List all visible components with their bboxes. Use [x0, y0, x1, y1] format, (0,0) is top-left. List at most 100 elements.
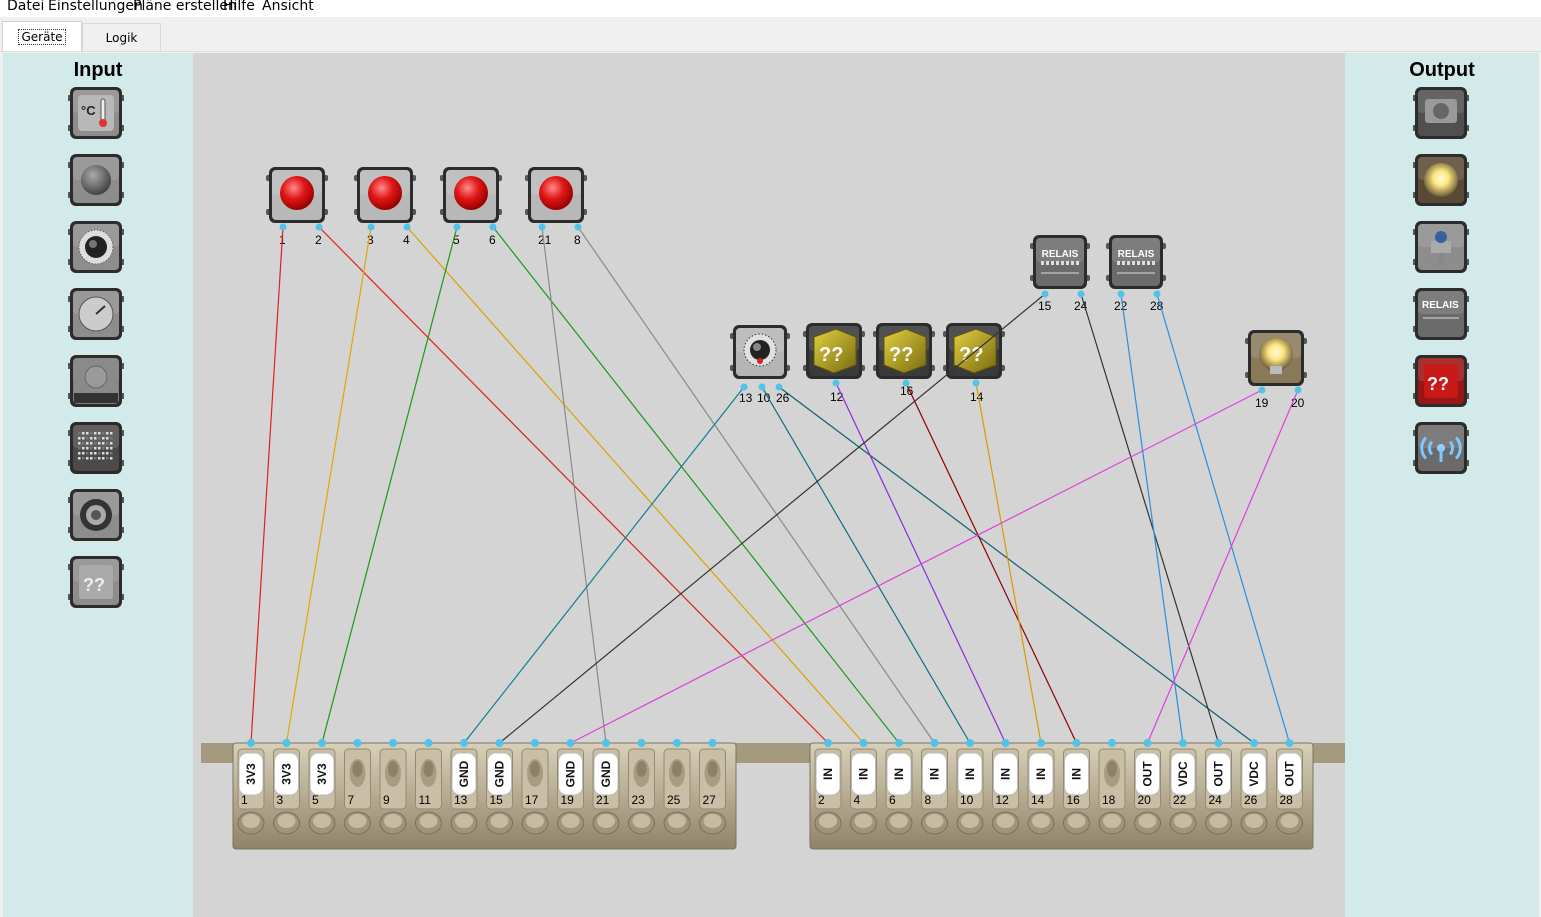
lamp-device[interactable]: 19 20	[1245, 330, 1307, 410]
terminal-dot-14[interactable]	[1037, 739, 1045, 747]
knob-pin-dot-26[interactable]	[775, 383, 783, 391]
terminal-dot-24[interactable]	[1214, 739, 1223, 747]
terminal-dot-10[interactable]	[966, 739, 974, 747]
push-button-1[interactable]: 12	[266, 167, 328, 247]
gauge-sensor-icon[interactable]	[67, 286, 125, 342]
wire-9[interactable]	[463, 386, 745, 744]
terminal-dot-4[interactable]	[859, 739, 868, 747]
terminal-dot-13[interactable]	[460, 739, 468, 747]
wire-4[interactable]	[406, 226, 864, 744]
mystery-block-2[interactable]: ??16	[873, 323, 935, 398]
wire-14[interactable]	[975, 382, 1042, 744]
push-button-icon[interactable]	[67, 152, 125, 208]
terminal-dot-5[interactable]	[318, 739, 326, 747]
wire-12[interactable]	[835, 382, 1007, 744]
terminal-dot-1[interactable]	[247, 739, 255, 747]
terminal-dot-9[interactable]	[389, 739, 397, 747]
terminal-dot-16[interactable]	[1072, 739, 1081, 747]
lamp-icon[interactable]	[1412, 152, 1470, 208]
terminal-dot-8[interactable]	[930, 739, 939, 747]
mystery-block-1[interactable]: ?? 12	[803, 323, 865, 404]
block-pin-dot-14[interactable]	[972, 379, 980, 387]
button-3-pin-dot-6[interactable]	[489, 223, 497, 231]
menu-datei[interactable]: Datei	[7, 0, 44, 17]
menu-plaene[interactable]: Pläne erstellen	[133, 0, 237, 17]
button-4-pin-dot-21[interactable]	[538, 223, 546, 231]
push-button-3[interactable]: 56	[440, 167, 502, 247]
terminal-dot-3[interactable]	[282, 739, 291, 747]
terminal-dot-7[interactable]	[353, 739, 362, 747]
wire-1[interactable]	[250, 226, 284, 744]
push-button-4[interactable]: 21 8	[525, 167, 587, 247]
tab-geraete[interactable]: Geräte	[2, 21, 82, 51]
tab-logik[interactable]: Logik	[82, 23, 161, 51]
unknown-output-icon[interactable]: ??	[1412, 353, 1470, 409]
wire-10[interactable]	[761, 386, 971, 744]
terminal-dot-25[interactable]	[673, 739, 681, 747]
knob-pin-dot-10[interactable]	[758, 383, 766, 391]
terminal-dot-6[interactable]	[895, 739, 903, 747]
terminal-dot-18[interactable]	[1108, 739, 1116, 747]
menu-einstellungen[interactable]: Einstellungen	[48, 0, 143, 17]
menu-ansicht[interactable]: Ansicht	[262, 0, 314, 17]
wire-5[interactable]	[321, 226, 458, 744]
terminal-dot-26[interactable]	[1250, 739, 1258, 747]
unknown-input-icon[interactable]: ??	[67, 554, 125, 610]
svg-text:VDC: VDC	[1176, 761, 1190, 787]
svg-text:IN: IN	[928, 768, 942, 780]
terminal-dot-28[interactable]	[1285, 739, 1294, 747]
button-2-pin-dot-3[interactable]	[367, 223, 375, 231]
wireless-antenna-icon[interactable]	[1412, 420, 1470, 476]
block-pin-dot-12[interactable]	[832, 379, 840, 387]
terminal-dot-22[interactable]	[1179, 739, 1187, 747]
menu-hilfe[interactable]: Hilfe	[223, 0, 255, 17]
terminal-dot-27[interactable]	[708, 739, 717, 747]
relay-1[interactable]: RELAIS15 24	[1030, 235, 1090, 313]
relay-pin-dot-24[interactable]	[1077, 290, 1085, 298]
terminal-dot-15[interactable]	[495, 739, 504, 747]
matrix-display-icon[interactable]	[67, 420, 125, 476]
terminal-dot-2[interactable]	[824, 739, 832, 747]
wire-13[interactable]	[905, 382, 1078, 744]
wiring-canvas[interactable]: 3V3 1 3V3 3 3V3 5 7 9 11 GND 13 GND 15 17 GND 19 GND 21 23…	[193, 53, 1345, 917]
terminal-dot-19[interactable]	[566, 739, 575, 747]
wire-3[interactable]	[285, 226, 372, 744]
rotary-knob-icon[interactable]	[67, 219, 125, 275]
terminal-dot-23[interactable]	[637, 739, 646, 747]
wire-8[interactable]	[577, 226, 935, 744]
relay-2[interactable]: RELAIS22 28	[1106, 235, 1166, 313]
wire-11[interactable]	[778, 386, 1255, 744]
push-button-2[interactable]: 34	[354, 167, 416, 247]
wire-7[interactable]	[541, 226, 607, 744]
relay-pin-dot-15[interactable]	[1041, 290, 1049, 298]
terminal-dot-21[interactable]	[602, 739, 610, 747]
button-4-pin-dot-8[interactable]	[574, 223, 582, 231]
lamp-pin-dot-19[interactable]	[1258, 386, 1266, 394]
relay-pin-dot-22[interactable]	[1117, 290, 1125, 298]
joystick-icon[interactable]	[67, 487, 125, 543]
terminal-right-num-12: 12	[996, 793, 1010, 807]
terminal-dot-17[interactable]	[531, 739, 539, 747]
relay-pin-dot-28[interactable]	[1153, 290, 1161, 298]
terminal-dot-12[interactable]	[1001, 739, 1010, 747]
wire-17[interactable]	[1120, 293, 1184, 744]
wire-20[interactable]	[1146, 389, 1299, 744]
output-palette: Output RELAIS??	[1345, 53, 1539, 917]
button-2-pin-dot-4[interactable]	[403, 223, 411, 231]
wire-16[interactable]	[1080, 293, 1220, 744]
button-1-pin-dot-1[interactable]	[279, 223, 287, 231]
terminal-left-num-1: 1	[241, 793, 248, 807]
terminal-dot-11[interactable]	[424, 739, 433, 747]
relay-icon[interactable]: RELAIS	[1412, 286, 1470, 342]
lamp-pin-dot-20[interactable]	[1294, 386, 1302, 394]
button-1-pin-dot-2[interactable]	[315, 223, 323, 231]
motor-icon[interactable]	[1412, 85, 1470, 141]
valve-icon[interactable]	[1412, 219, 1470, 275]
thermometer-sensor-icon[interactable]: °C	[67, 85, 125, 141]
knob-pin-dot-13[interactable]	[740, 383, 748, 391]
block-pin-dot-16[interactable]	[902, 379, 910, 387]
button-3-pin-dot-5[interactable]	[453, 223, 461, 231]
stop-button-icon[interactable]	[67, 353, 125, 409]
terminal-dot-20[interactable]	[1143, 739, 1152, 747]
wire-6[interactable]	[492, 226, 900, 744]
